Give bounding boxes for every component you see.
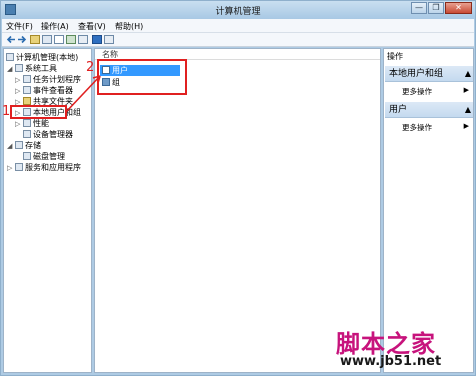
forward-arrow-icon[interactable]	[17, 35, 27, 44]
performance-icon	[23, 119, 31, 127]
title-bar: 计算机管理 — ❐ ✕	[1, 1, 475, 19]
expand-twisty[interactable]: ▷	[15, 120, 20, 128]
submenu-arrow-icon: ▶	[463, 86, 469, 94]
actions-section-users[interactable]: 用户 ▲	[385, 102, 473, 118]
menu-bar: 文件(F) 操作(A) 查看(V) 帮助(H)	[2, 19, 474, 33]
more-actions-item[interactable]: 更多操作	[402, 122, 432, 133]
actions-pane-title: 操作	[387, 52, 403, 61]
menu-view[interactable]: 查看(V)	[78, 21, 106, 32]
export-list-icon[interactable]	[78, 35, 88, 44]
tree-item-computer-management[interactable]: 计算机管理(本地)	[6, 52, 78, 63]
step-1-marker: 1	[2, 104, 11, 119]
storage-icon	[15, 141, 23, 149]
computer-management-window: 计算机管理 — ❐ ✕ 文件(F) 操作(A) 查看(V) 帮助(H) 计算机管…	[0, 0, 476, 376]
more-actions-item[interactable]: 更多操作	[402, 86, 432, 97]
computer-icon	[6, 53, 14, 61]
watermark-url: www.jb51.net	[340, 354, 442, 369]
expand-twisty[interactable]: ▷	[7, 164, 12, 172]
annotation-arrow	[65, 75, 101, 113]
shared-folder-icon	[23, 97, 31, 105]
back-arrow-icon[interactable]	[6, 35, 16, 44]
up-folder-icon[interactable]	[30, 35, 40, 44]
refresh-icon[interactable]	[66, 35, 76, 44]
services-icon	[15, 163, 23, 171]
tree-item-device-manager[interactable]: 设备管理器	[23, 129, 73, 140]
show-hide-tree-icon[interactable]	[42, 35, 52, 44]
watermark: 脚本之家 www.jb51.net	[320, 324, 470, 374]
expand-twisty[interactable]: ▷	[15, 87, 20, 95]
expand-twisty[interactable]: ◢	[7, 65, 12, 73]
close-button[interactable]: ✕	[445, 2, 472, 14]
tree-item-performance[interactable]: 性能	[23, 118, 49, 129]
restore-button[interactable]: ❐	[428, 2, 444, 14]
tree-item-disk-management[interactable]: 磁盘管理	[23, 151, 65, 162]
menu-help[interactable]: 帮助(H)	[115, 21, 143, 32]
disk-icon	[23, 152, 31, 160]
device-manager-icon	[23, 130, 31, 138]
collapse-icon[interactable]: ▲	[465, 102, 471, 118]
expand-twisty[interactable]: ▷	[15, 76, 20, 84]
event-log-icon	[23, 86, 31, 94]
submenu-arrow-icon: ▶	[463, 122, 469, 130]
tools-icon	[15, 64, 23, 72]
tree-item-system-tools[interactable]: 系统工具	[15, 63, 57, 74]
menu-action[interactable]: 操作(A)	[41, 21, 69, 32]
properties-icon[interactable]	[54, 35, 64, 44]
actions-section-local-users-and-groups[interactable]: 本地用户和组 ▲	[385, 66, 473, 82]
highlight-box-local-users-and-groups	[10, 105, 67, 119]
toolbar	[2, 33, 474, 47]
action-pane-icon[interactable]	[104, 35, 114, 44]
minimize-button[interactable]: —	[411, 2, 427, 14]
tree-item-services-and-applications[interactable]: 服务和应用程序	[15, 162, 81, 173]
window-title: 计算机管理	[215, 7, 261, 17]
expand-twisty[interactable]: ◢	[7, 142, 12, 150]
collapse-icon[interactable]: ▲	[465, 66, 471, 82]
highlight-box-users	[97, 59, 187, 95]
menu-file[interactable]: 文件(F)	[6, 21, 33, 32]
tree-item-storage[interactable]: 存储	[15, 140, 41, 151]
clock-icon	[23, 75, 31, 83]
help-icon[interactable]	[92, 35, 102, 44]
